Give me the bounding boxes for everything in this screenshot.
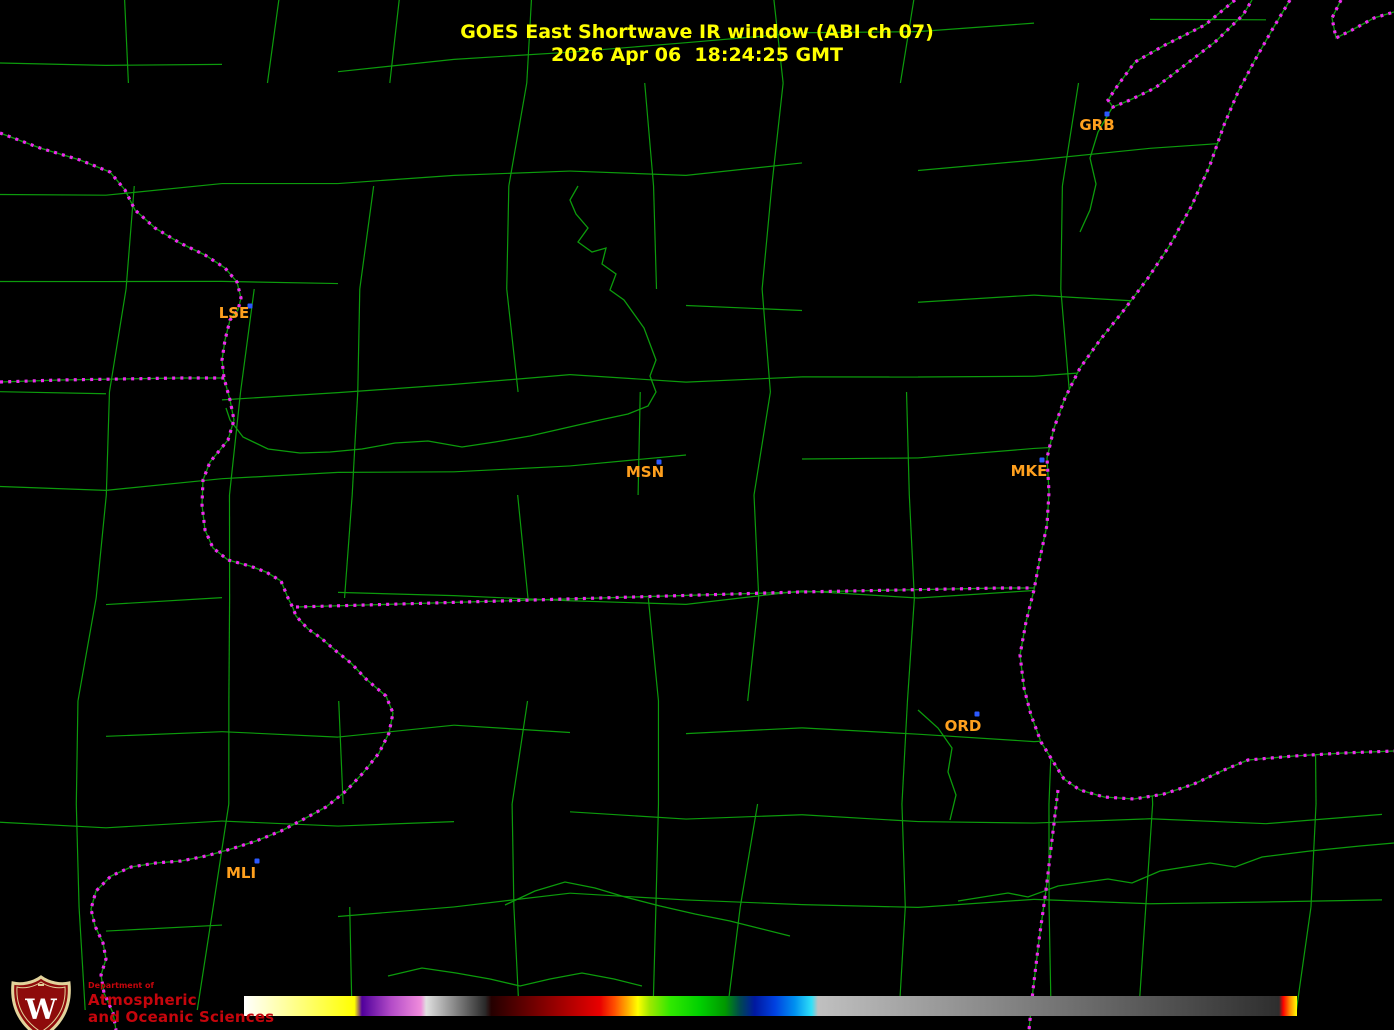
colorbar [244, 996, 1297, 1016]
mississippi-river-border-line [0, 133, 393, 1030]
aos-logo: W Department of Atmospheric and Oceanic … [8, 974, 274, 1030]
station-dot-ORD [975, 712, 980, 717]
lake-michigan [1020, 0, 1394, 799]
mississippi-river-border-dotted [0, 133, 393, 1030]
green-bay-shoreline-line [1108, 0, 1252, 107]
logo-line-2: and Oceanic Sciences [88, 1010, 274, 1025]
station-label-MKE: MKE [1011, 462, 1048, 480]
svg-text:W: W [24, 993, 57, 1026]
aos-logo-text: Department of Atmospheric and Oceanic Sc… [88, 974, 274, 1025]
station-label-LSE: LSE [219, 304, 250, 322]
logo-dept-line: Department of [88, 982, 274, 990]
satellite-map: GRB LSE MSN MKE ORD MLI [0, 0, 1394, 1030]
station-dot-MLI [255, 859, 260, 864]
river-rock-river [505, 882, 790, 936]
station-label-MSN: MSN [626, 463, 664, 481]
river-kishwaukee-river [958, 843, 1394, 901]
station-label-ORD: ORD [945, 717, 982, 735]
satellite-viewer: GRBLSEMSNMKEORDMLI GOES East Shortwave I… [0, 0, 1394, 1030]
station-markers: GRB LSE MSN MKE ORD MLI [219, 112, 1115, 883]
river-wisconsin-river [226, 186, 656, 453]
station-label-MLI: MLI [226, 864, 256, 882]
uw-crest-icon: W [8, 974, 74, 1030]
station-label-GRB: GRB [1079, 116, 1114, 134]
river-pecatonica-river [388, 968, 642, 986]
green-bay-shoreline-dotted [1108, 0, 1252, 107]
logo-line-1: Atmospheric [88, 993, 274, 1008]
